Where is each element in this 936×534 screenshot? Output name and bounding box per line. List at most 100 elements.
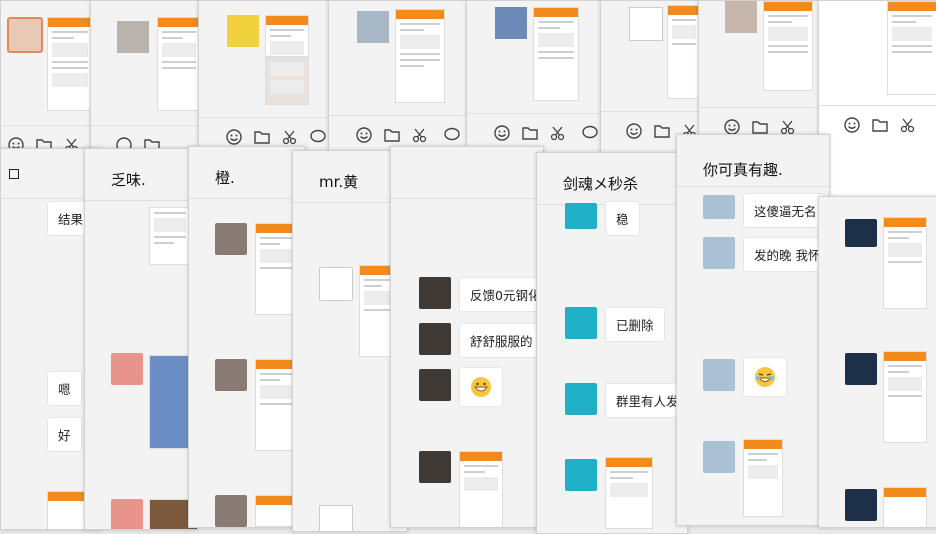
screenshot-image[interactable] (459, 451, 503, 527)
screenshot-image[interactable] (883, 351, 927, 443)
window-title: 剑魂メ秒杀 (563, 175, 639, 193)
chat-window-7[interactable] (818, 196, 936, 528)
window-title-bar[interactable]: 乏味. (85, 149, 197, 201)
screenshot-image[interactable] (47, 17, 93, 111)
avatar (565, 383, 597, 415)
screenshot-image[interactable] (667, 5, 701, 99)
avatar (845, 489, 877, 521)
folder-icon[interactable] (871, 116, 889, 134)
window-title: 乏味. (111, 171, 146, 189)
avatar (419, 369, 451, 401)
screenshot-image[interactable] (47, 491, 89, 529)
avatar (629, 7, 663, 41)
message-bubble: 稳 (605, 201, 640, 236)
message-bubble: 嗯 (47, 371, 82, 406)
chat-window-top-3[interactable] (198, 0, 336, 162)
avatar (495, 7, 527, 39)
avatar (419, 277, 451, 309)
avatar (845, 353, 877, 385)
window-title: mr.黄 (319, 173, 359, 191)
avatar (703, 237, 735, 269)
avatar (419, 451, 451, 483)
avatar (703, 195, 735, 219)
avatar (111, 499, 143, 529)
avatar (565, 203, 597, 229)
chat-bubble-icon[interactable] (443, 126, 461, 144)
restore-icon[interactable] (9, 169, 19, 179)
avatar (703, 359, 735, 391)
chat-window-4[interactable]: 反馈0元钢化 舒舒服服的 (390, 146, 544, 528)
smiley-icon[interactable] (625, 122, 643, 140)
folder-icon[interactable] (253, 128, 271, 146)
avatar (319, 267, 353, 301)
avatar (215, 359, 247, 391)
screenshot-image[interactable] (763, 1, 813, 91)
avatar (703, 441, 735, 473)
grin-emoji-icon (471, 377, 491, 397)
screenshot-image[interactable] (149, 207, 191, 265)
smiley-icon[interactable] (843, 116, 861, 134)
avatar (419, 323, 451, 355)
chat-window-1[interactable]: 乏味. (84, 148, 198, 530)
window-title: 你可真有趣. (703, 161, 783, 179)
message-bubble: 反馈0元钢化 (459, 277, 543, 312)
scissors-icon[interactable] (281, 128, 299, 146)
smiley-icon[interactable] (493, 124, 511, 142)
chat-window-2[interactable]: 橙. (188, 146, 306, 528)
avatar (215, 495, 247, 527)
screenshot-image[interactable] (255, 223, 297, 315)
message-bubble: 舒舒服服的 (459, 323, 543, 358)
avatar (111, 353, 143, 385)
window-title-bar[interactable] (391, 147, 543, 199)
avatar (357, 11, 389, 43)
smiley-icon[interactable] (355, 126, 373, 144)
avatar (117, 21, 149, 53)
screenshot-image[interactable] (265, 15, 309, 57)
avatar (7, 17, 43, 53)
screenshot-image[interactable] (255, 359, 297, 451)
laughing-tears-emoji-icon (755, 367, 775, 387)
avatar (565, 307, 597, 339)
input-toolbar (819, 105, 936, 146)
screenshot-image[interactable] (157, 17, 201, 111)
screenshot-image[interactable] (255, 495, 297, 527)
chat-window-top-4[interactable] (328, 0, 472, 162)
folder-icon[interactable] (521, 124, 539, 142)
message-bubble: 发的晚 我怀 (743, 237, 829, 272)
chat-bubble-icon[interactable] (309, 128, 327, 146)
emoji-message (743, 357, 787, 397)
avatar (215, 223, 247, 255)
chat-window-top-2[interactable] (90, 0, 208, 162)
screenshot-image[interactable] (883, 487, 927, 527)
avatar (227, 15, 259, 47)
avatar (845, 219, 877, 247)
emoji-message (459, 367, 503, 407)
scissors-icon[interactable] (549, 124, 567, 142)
message-bubble: 已删除 (605, 307, 665, 342)
screenshot-image[interactable] (743, 439, 783, 517)
smiley-icon[interactable] (225, 128, 243, 146)
screenshot-image[interactable] (395, 9, 445, 103)
chat-window-5[interactable]: 剑魂メ秒杀 稳 已删除 群里有人发 (536, 152, 688, 534)
screenshot-image[interactable] (887, 1, 936, 95)
chat-window-top-5[interactable] (466, 0, 608, 162)
chat-window-6[interactable]: 你可真有趣. 这傻逼无名 发的晚 我怀 (676, 134, 830, 526)
chat-window-top-1[interactable] (0, 0, 98, 162)
chat-bubble-icon[interactable] (581, 124, 599, 142)
screenshot-image[interactable] (533, 7, 579, 101)
screenshot-image[interactable] (883, 217, 927, 309)
screenshot-image[interactable] (265, 57, 309, 105)
screenshot-image[interactable] (605, 457, 653, 529)
scissors-icon[interactable] (899, 116, 917, 134)
folder-icon[interactable] (653, 122, 671, 140)
window-title-bar[interactable]: 橙. (189, 147, 305, 199)
avatar (565, 459, 597, 491)
window-title: 橙. (215, 169, 235, 187)
window-title-bar[interactable]: 你可真有趣. (677, 135, 829, 187)
message-bubble: 好 (47, 417, 82, 452)
avatar (319, 505, 353, 531)
avatar (725, 1, 757, 33)
scissors-icon[interactable] (411, 126, 429, 144)
folder-icon[interactable] (383, 126, 401, 144)
window-title-bar[interactable]: 剑魂メ秒杀 (537, 153, 687, 205)
